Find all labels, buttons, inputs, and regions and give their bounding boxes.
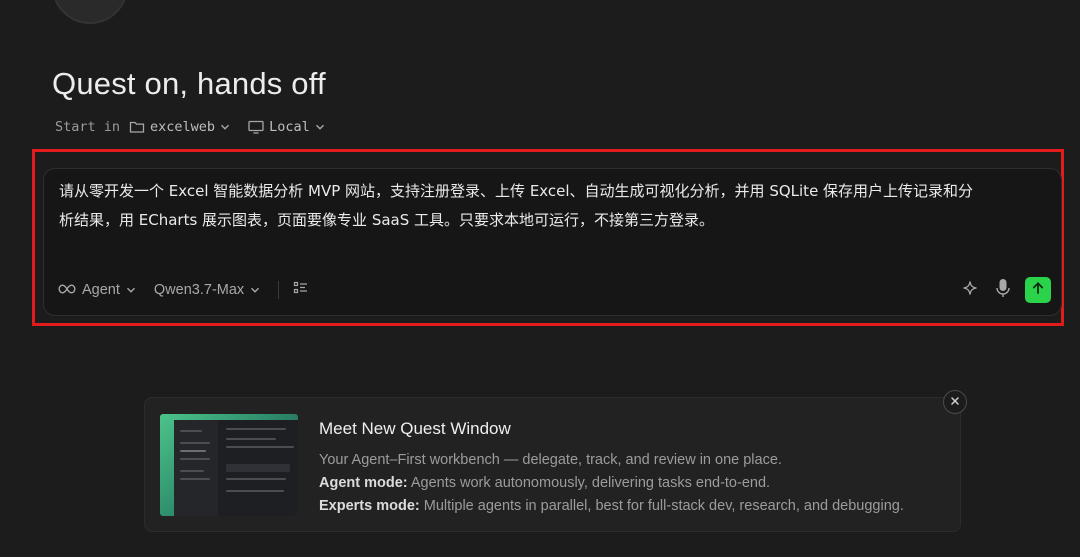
start-in-row: Start in excelweb Local — [55, 117, 343, 137]
prompt-line: 析结果，用 ECharts 展示图表，页面要像专业 SaaS 工具。只要求本地可… — [59, 211, 715, 229]
page-title: Quest on, hands off — [52, 66, 326, 101]
chevron-down-icon — [250, 282, 260, 298]
folder-icon — [129, 120, 145, 134]
promo-thumbnail — [160, 414, 298, 516]
experts-mode-text: Multiple agents in parallel, best for fu… — [419, 498, 904, 514]
chevron-down-icon — [126, 282, 136, 298]
avatar — [52, 0, 128, 24]
model-label: Qwen3.7-Max — [153, 282, 245, 298]
monitor-icon — [248, 120, 264, 134]
microphone-icon[interactable] — [993, 277, 1013, 303]
promo-experts-mode: Experts mode: Multiple agents in paralle… — [319, 498, 904, 514]
composer-toolbar: Agent Qwen3.7-Max — [58, 277, 1051, 303]
prompt-line: 请从零开发一个 Excel 智能数据分析 MVP 网站，支持注册登录、上传 Ex… — [59, 182, 974, 200]
agent-mode-label: Agent mode: — [319, 475, 408, 491]
composer-actions — [959, 277, 1051, 303]
mode-selector[interactable]: Agent — [58, 282, 136, 298]
close-icon — [950, 393, 960, 411]
folder-picker[interactable]: excelweb — [129, 119, 230, 135]
model-selector[interactable]: Qwen3.7-Max — [154, 282, 260, 298]
checklist-icon[interactable] — [293, 281, 309, 299]
experts-mode-label: Experts mode: — [319, 498, 420, 514]
environment-name: Local — [269, 119, 310, 135]
prompt-input[interactable]: 请从零开发一个 Excel 智能数据分析 MVP 网站，支持注册登录、上传 Ex… — [59, 177, 1059, 235]
arrow-up-icon — [1031, 281, 1045, 299]
mode-label: Agent — [82, 282, 120, 298]
promo-close-button[interactable] — [943, 390, 967, 414]
start-in-label: Start in — [55, 119, 121, 135]
folder-name: excelweb — [150, 119, 216, 135]
environment-picker[interactable]: Local — [248, 119, 325, 135]
toolbar-divider — [278, 281, 280, 299]
promo-card: Meet New Quest Window Your Agent–First w… — [144, 397, 961, 532]
prompt-composer[interactable]: 请从零开发一个 Excel 智能数据分析 MVP 网站，支持注册登录、上传 Ex… — [43, 168, 1062, 316]
promo-agent-mode: Agent mode: Agents work autonomously, de… — [319, 475, 770, 491]
promo-title: Meet New Quest Window — [319, 419, 511, 438]
infinity-icon — [58, 282, 76, 298]
send-button[interactable] — [1025, 277, 1051, 303]
chevron-down-icon — [315, 123, 325, 131]
chevron-down-icon — [220, 123, 230, 131]
sparkle-icon[interactable] — [959, 277, 981, 303]
agent-mode-text: Agents work autonomously, delivering tas… — [407, 475, 771, 491]
promo-description: Your Agent–First workbench — delegate, t… — [319, 452, 782, 468]
